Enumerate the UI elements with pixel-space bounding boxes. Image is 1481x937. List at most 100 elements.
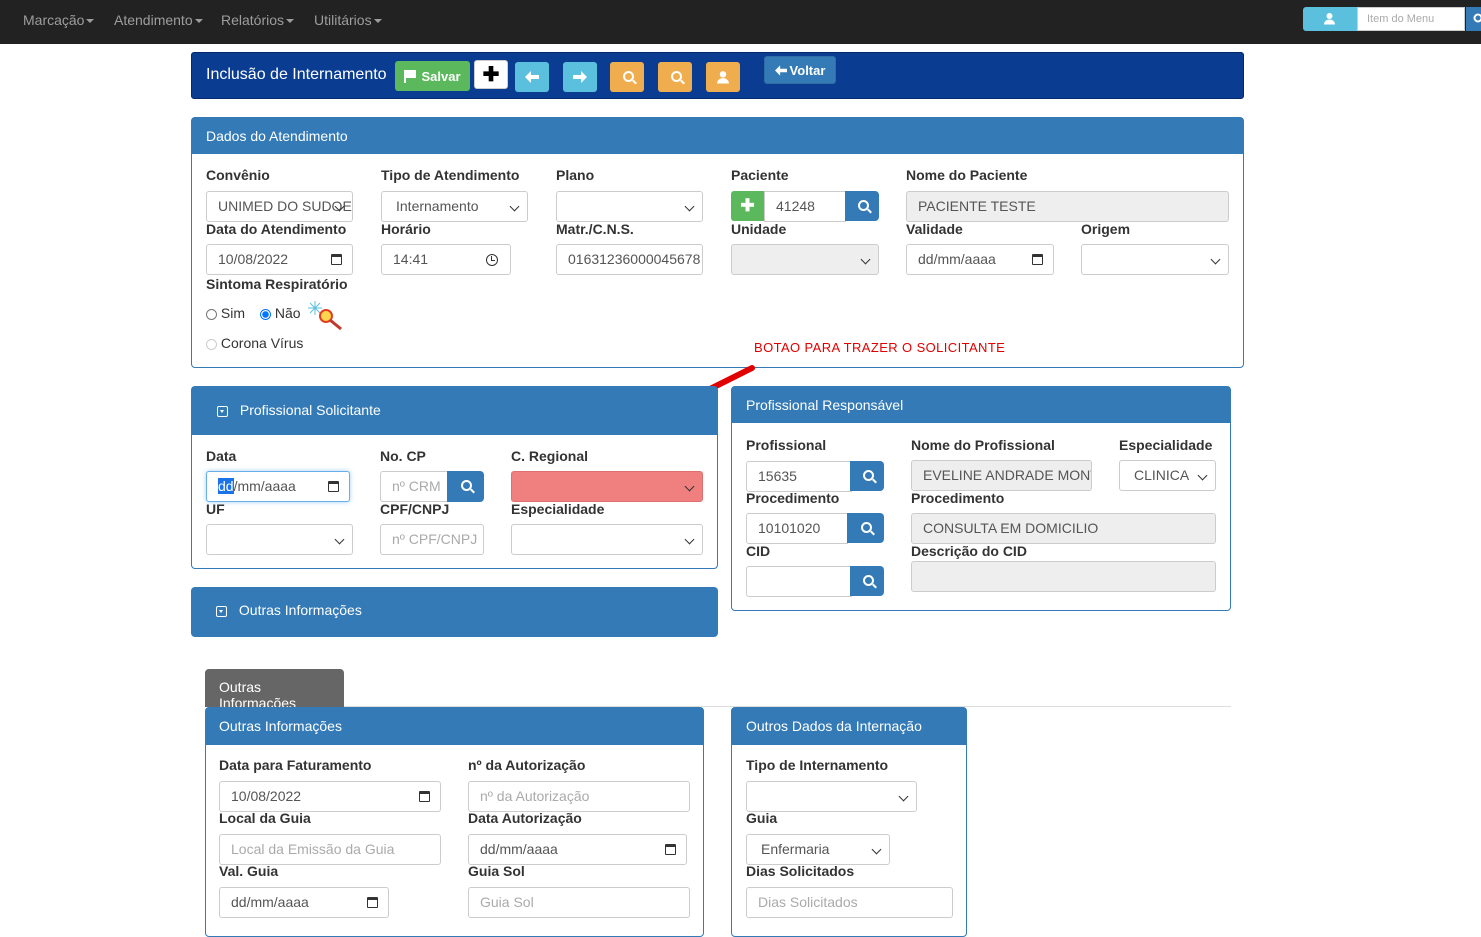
search-button-1[interactable] [610,62,644,92]
validade-input[interactable]: dd/mm/aaaa [906,244,1054,275]
add-patient-button[interactable]: ✚ [731,191,764,221]
guia-sol-input[interactable]: Guia Sol [468,887,690,918]
radio-sim[interactable] [206,309,217,320]
panel-solicitante-title: Profissional Solicitante [240,402,381,418]
unidade-select[interactable] [731,244,879,275]
procedimento-search-button[interactable] [847,513,884,543]
save-button-label: Salvar [421,69,460,84]
calendar-icon [1032,254,1043,265]
nome-paciente-value: PACIENTE TESTE [918,198,1036,214]
data-atendimento-value: 10/08/2022 [218,251,288,267]
tipo-atendimento-select[interactable]: Internamento [381,191,528,222]
dias-input[interactable]: Dias Solicitados [746,887,953,918]
guia-select[interactable]: Enfermaria [746,834,890,865]
search-button-2[interactable] [658,62,692,92]
calendar-icon [419,791,430,802]
next-button[interactable] [563,62,597,92]
date-rest-segment: /mm/aaaa [234,478,296,494]
matr-input[interactable]: 01631236000045678 [556,244,703,275]
procedimento-label: Procedimento [746,490,839,506]
origem-select[interactable] [1081,244,1229,275]
calendar-icon [331,254,342,265]
collapse-icon [217,406,228,417]
cp-search-button[interactable] [447,471,484,502]
data-atendimento-input[interactable]: 10/08/2022 [206,244,353,275]
arrow-right-icon [573,71,587,83]
profissional-value: 15635 [758,468,797,484]
cid-input[interactable] [746,566,852,597]
tipo-internamento-select[interactable] [746,781,917,812]
panel-dados-atendimento-header: Dados do Atendimento [192,118,1243,154]
clock-icon [486,254,498,266]
search-icon [863,470,874,481]
calendar-icon [367,897,378,908]
search-icon [861,522,872,533]
paciente-input[interactable]: 41248 [764,191,846,222]
regional-select[interactable] [511,471,703,502]
convenio-select[interactable]: UNIMED DO SUDOESTE [206,191,353,222]
local-guia-input[interactable]: Local da Emissão da Guia [219,834,441,865]
responsavel-esp-select[interactable]: CLINICA [1119,460,1216,491]
back-button[interactable]: Voltar [764,56,836,84]
search-icon [623,71,634,82]
user-button[interactable] [706,62,740,92]
menu-search-button[interactable] [1466,7,1481,31]
menu-search-input[interactable]: Item do Menu [1357,7,1465,31]
faturamento-input[interactable]: 10/08/2022 [219,781,441,812]
horario-input[interactable]: 14:41 [381,244,511,275]
user-menu-button[interactable] [1303,7,1357,31]
guia-label: Guia [746,810,777,826]
annotation-text: BOTAO PARA TRAZER O SOLICITANTE [754,340,1005,355]
guia-value: Enfermaria [761,841,829,857]
plano-select[interactable] [556,191,703,222]
panel-outras-collapsed[interactable]: Outras Informações [191,587,718,637]
paciente-search-button[interactable] [845,191,879,221]
profissional-search-button[interactable] [850,461,884,491]
user-icon [1323,12,1336,25]
sintoma-nao-option[interactable]: Não [260,305,301,321]
nav-atendimento-label: Atendimento [114,12,193,28]
cp-input[interactable]: nº CRM [380,471,448,502]
solicitante-data-input[interactable]: dd/mm/aaaa [206,471,350,502]
nav-marcacao[interactable]: Marcação [23,0,94,40]
panel-solicitante-header[interactable]: Profissional Solicitante [192,387,717,435]
guia-sol-placeholder: Guia Sol [480,894,534,910]
arrow-left-icon [775,65,787,76]
sintoma-sim-option[interactable]: Sim [206,305,245,321]
procedimento-desc-field: CONSULTA EM DOMICILIO [911,513,1216,544]
nav-atendimento[interactable]: Atendimento [114,0,203,40]
cpf-placeholder: nº CPF/CNPJ [392,531,477,547]
radio-corona[interactable] [206,339,217,350]
add-button[interactable]: ✚ [474,60,508,89]
profissional-label: Profissional [746,437,826,453]
procedimento-input[interactable]: 10101020 [746,513,848,544]
previous-button[interactable] [515,62,549,92]
profissional-input[interactable]: 15635 [746,461,852,492]
plus-icon: ✚ [740,196,754,215]
corona-option[interactable]: Corona Vírus [206,335,303,351]
nav-relatorios[interactable]: Relatórios [221,0,294,40]
nav-utilitarios-label: Utilitários [314,12,372,28]
save-button[interactable]: Salvar [395,61,470,91]
solicitante-esp-select[interactable] [511,524,703,555]
nome-profissional-label: Nome do Profissional [911,437,1055,453]
autorizacao-input[interactable]: nº da Autorização [468,781,690,812]
autorizacao-placeholder: nº da Autorização [480,788,589,804]
tab-outras-informacoes[interactable]: Outras Informações [205,669,344,707]
uf-select[interactable] [206,524,353,555]
cpf-input[interactable]: nº CPF/CNPJ [380,524,484,555]
procedimento-desc-label: Procedimento [911,490,1004,506]
nav-marcacao-label: Marcação [23,12,84,28]
search-icon [461,480,472,491]
caret-down-icon [195,19,203,23]
horario-label: Horário [381,221,431,237]
cid-search-button[interactable] [850,566,884,596]
data-autorizacao-input[interactable]: dd/mm/aaaa [468,834,687,865]
origem-label: Origem [1081,221,1130,237]
radio-nao[interactable] [260,309,271,320]
sim-label: Sim [221,305,245,321]
val-guia-input[interactable]: dd/mm/aaaa [219,887,389,918]
user-icon [716,70,730,84]
plano-label: Plano [556,167,594,183]
nav-utilitarios[interactable]: Utilitários [314,0,382,40]
